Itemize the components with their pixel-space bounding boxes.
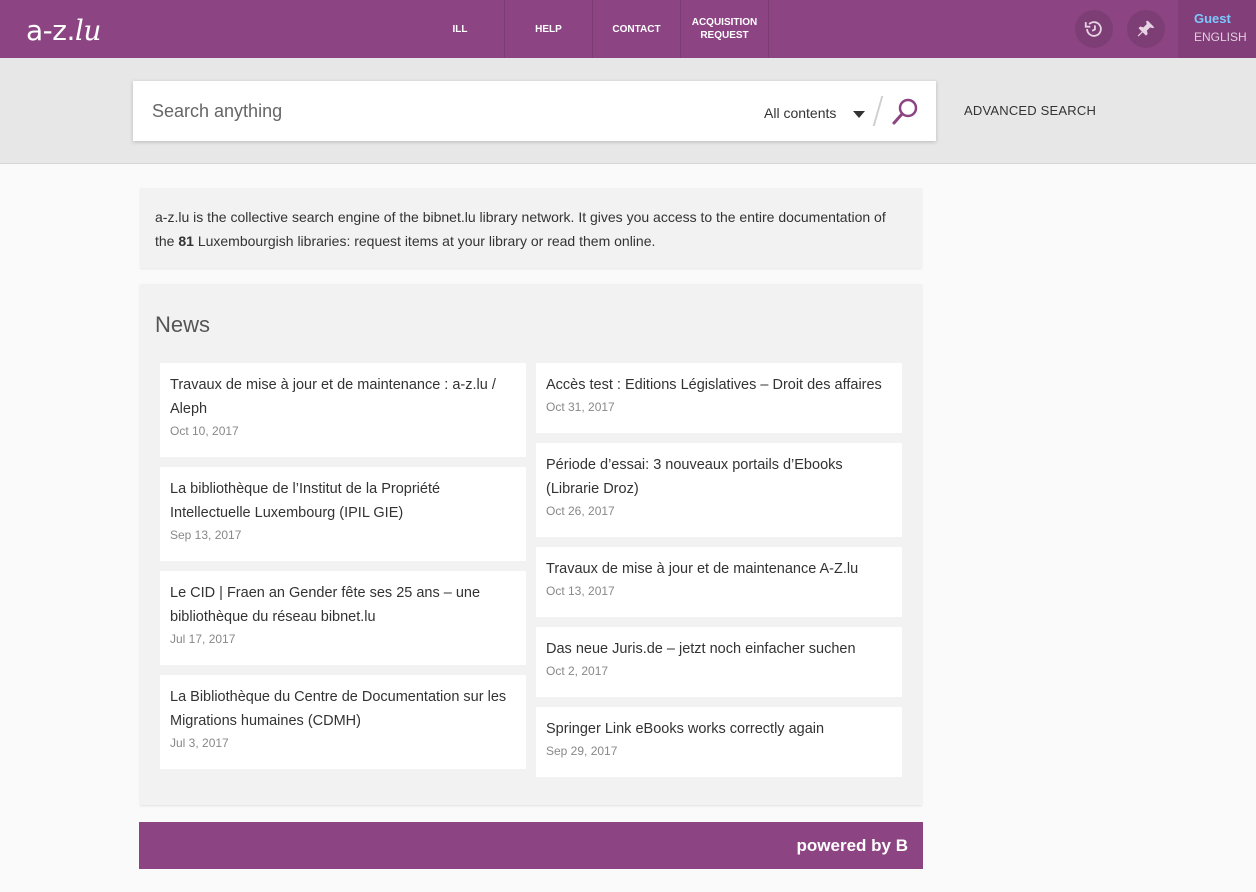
- powered-by[interactable]: powered by B: [797, 836, 908, 856]
- news-item[interactable]: Travaux de mise à jour et de maintenance…: [160, 363, 526, 457]
- nav-acquisition-request[interactable]: ACQUISITION REQUEST: [681, 0, 769, 58]
- nav-help-label: HELP: [535, 23, 562, 35]
- news-item[interactable]: La bibliothèque de l’Institut de la Prop…: [160, 467, 526, 561]
- news-item[interactable]: Das neue Juris.de – jetzt noch einfacher…: [536, 627, 902, 697]
- news-item-title[interactable]: La Bibliothèque du Centre de Documentati…: [170, 685, 516, 733]
- history-button[interactable]: [1075, 10, 1113, 48]
- news-item-date: Oct 13, 2017: [546, 584, 615, 598]
- language-switch[interactable]: ENGLISH: [1194, 30, 1256, 44]
- news-item-date: Oct 10, 2017: [170, 424, 239, 438]
- nav-contact-label: CONTACT: [612, 23, 661, 35]
- news-item-title[interactable]: La bibliothèque de l’Institut de la Prop…: [170, 477, 516, 525]
- news-item-title[interactable]: Le CID | Fraen an Gender fête ses 25 ans…: [170, 581, 516, 629]
- logo-text: a-z.: [26, 14, 75, 47]
- news-item-date: Oct 26, 2017: [546, 504, 615, 518]
- top-header: a-z.lu ILL HELP CONTACT ACQUISITION REQUE…: [0, 0, 1256, 58]
- site-logo[interactable]: a-z.lu: [26, 14, 101, 47]
- nav-acquisition-label: ACQUISITION REQUEST: [691, 17, 758, 41]
- news-item-date: Oct 31, 2017: [546, 400, 615, 414]
- news-item-date: Jul 3, 2017: [170, 736, 229, 750]
- nav-contact[interactable]: CONTACT: [593, 0, 681, 58]
- news-title: News: [155, 312, 211, 337]
- news-item[interactable]: Springer Link eBooks works correctly aga…: [536, 707, 902, 777]
- news-item-title[interactable]: Das neue Juris.de – jetzt noch einfacher…: [546, 637, 892, 661]
- brand-logo-icon: B: [895, 836, 908, 855]
- logo-text-lu: lu: [74, 14, 102, 47]
- search-box: All contents: [133, 81, 936, 141]
- search-button[interactable]: [890, 97, 920, 127]
- news-item-title[interactable]: Travaux de mise à jour et de maintenance…: [546, 557, 892, 581]
- library-count: 81: [178, 233, 194, 249]
- news-item[interactable]: Travaux de mise à jour et de maintenance…: [536, 547, 902, 617]
- news-item-date: Jul 17, 2017: [170, 632, 236, 646]
- user-name: Guest: [1194, 11, 1231, 26]
- news-item[interactable]: Accès test : Editions Législatives – Dro…: [536, 363, 902, 433]
- chevron-down-icon[interactable]: [853, 111, 865, 118]
- news-item[interactable]: Période d’essai: 3 nouveaux portails d’E…: [536, 443, 902, 537]
- pinned-button[interactable]: [1127, 10, 1165, 48]
- main-nav: ILL HELP CONTACT ACQUISITION REQUEST: [416, 0, 769, 58]
- news-item[interactable]: La Bibliothèque du Centre de Documentati…: [160, 675, 526, 769]
- search-area: All contents ADVANCED SEARCH: [0, 58, 1256, 164]
- search-scope-select[interactable]: All contents: [764, 105, 836, 121]
- nav-help[interactable]: HELP: [505, 0, 593, 58]
- search-input[interactable]: [133, 81, 733, 141]
- footer-bar: powered by B: [139, 822, 923, 869]
- intro-text: a-z.lu is the collective search engine o…: [140, 188, 922, 268]
- user-menu[interactable]: Guest ENGLISH: [1178, 0, 1256, 58]
- news-item-date: Sep 29, 2017: [546, 744, 618, 758]
- nav-ill-label: ILL: [452, 23, 468, 35]
- news-section: News Travaux de mise à jour et de mainte…: [140, 284, 922, 805]
- history-icon: [1084, 21, 1102, 37]
- advanced-search-link[interactable]: ADVANCED SEARCH: [964, 103, 1096, 118]
- pin-icon: [1137, 20, 1155, 37]
- nav-ill[interactable]: ILL: [416, 0, 505, 58]
- news-item-title[interactable]: Accès test : Editions Législatives – Dro…: [546, 373, 892, 397]
- news-item-date: Oct 2, 2017: [546, 664, 609, 678]
- search-divider: [872, 96, 884, 126]
- news-item-title[interactable]: Travaux de mise à jour et de maintenance…: [170, 373, 516, 421]
- news-item-title[interactable]: Springer Link eBooks works correctly aga…: [546, 717, 892, 741]
- search-icon: [892, 98, 918, 125]
- news-item-date: Sep 13, 2017: [170, 528, 242, 542]
- news-item-title[interactable]: Période d’essai: 3 nouveaux portails d’E…: [546, 453, 892, 501]
- news-item[interactable]: Le CID | Fraen an Gender fête ses 25 ans…: [160, 571, 526, 665]
